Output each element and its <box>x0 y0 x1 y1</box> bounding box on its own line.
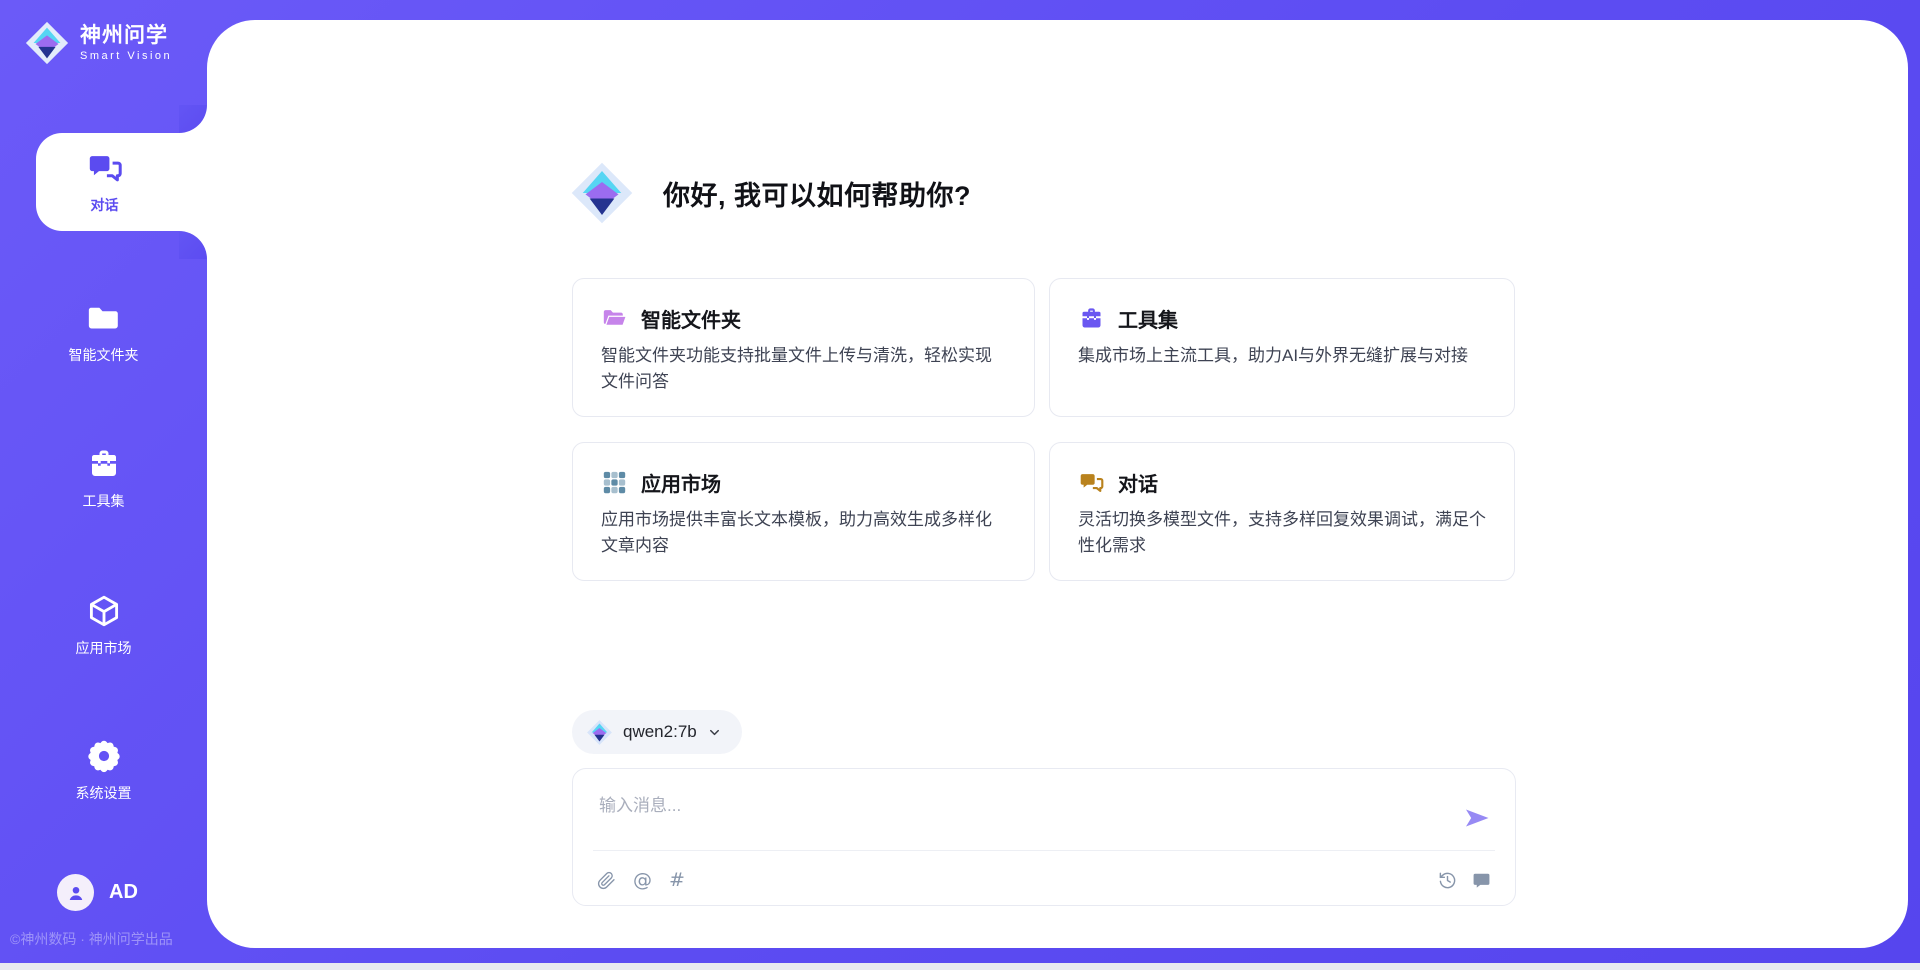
chat-icon <box>86 149 124 187</box>
send-icon[interactable] <box>1463 803 1493 833</box>
brand-subtitle: Smart Vision <box>80 50 172 62</box>
gear-icon <box>86 738 122 774</box>
avatar <box>57 874 94 911</box>
message-input[interactable] <box>599 791 1439 841</box>
logo-diamond-icon <box>569 160 635 226</box>
card-description: 智能文件夹功能支持批量文件上传与清洗，轻松实现文件问答 <box>601 343 1006 394</box>
sidebar-item-settings[interactable]: 系统设置 <box>0 738 207 803</box>
brand-name: 神州问学 <box>80 24 172 47</box>
tab-fillet-bottom <box>179 231 207 259</box>
card-app-market[interactable]: 应用市场 应用市场提供丰富长文本模板，助力高效生成多样化文章内容 <box>572 442 1035 581</box>
card-title: 工具集 <box>1118 304 1178 333</box>
chat-bubble-icon[interactable] <box>1472 871 1491 890</box>
mention-icon[interactable]: @ <box>633 871 652 890</box>
greeting: 你好, 我可以如何帮助你? <box>569 160 971 226</box>
briefcase-icon <box>1078 305 1105 332</box>
open-folder-icon <box>601 305 628 332</box>
tab-fillet-top <box>179 105 207 133</box>
card-description: 应用市场提供丰富长文本模板，助力高效生成多样化文章内容 <box>601 507 1006 558</box>
card-title: 应用市场 <box>641 468 721 497</box>
user-initials: AD <box>109 881 138 904</box>
sidebar-item-label: 系统设置 <box>76 783 132 803</box>
message-composer: @ # <box>572 768 1516 906</box>
sidebar-item-label: 智能文件夹 <box>69 345 139 365</box>
card-toolset[interactable]: 工具集 集成市场上主流工具，助力AI与外界无缝扩展与对接 <box>1049 278 1515 417</box>
sidebar-item-label: 对话 <box>91 195 119 215</box>
sidebar-item-label: 工具集 <box>83 491 125 511</box>
card-chat[interactable]: 对话 灵活切换多模型文件，支持多样回复效果调试，满足个性化需求 <box>1049 442 1515 581</box>
attach-icon[interactable] <box>597 871 616 890</box>
chevron-down-icon <box>707 725 722 740</box>
window-bottom-edge <box>0 963 1920 970</box>
sidebar-item-chat[interactable]: 对话 <box>36 133 207 231</box>
card-description: 灵活切换多模型文件，支持多样回复效果调试，满足个性化需求 <box>1078 507 1486 558</box>
logo-diamond-icon <box>24 20 70 66</box>
sidebar: 神州问学 Smart Vision 对话 智能文件夹 工具集 <box>0 0 207 970</box>
model-selector[interactable]: qwen2:7b <box>572 710 742 754</box>
brand: 神州问学 Smart Vision <box>24 20 172 66</box>
sidebar-item-market[interactable]: 应用市场 <box>0 593 207 658</box>
sidebar-item-folders[interactable]: 智能文件夹 <box>0 300 207 365</box>
briefcase-icon <box>86 446 122 482</box>
card-title: 对话 <box>1118 468 1158 497</box>
composer-divider <box>593 850 1495 851</box>
user-account[interactable]: AD <box>57 874 138 911</box>
cube-icon <box>86 593 122 629</box>
model-name: qwen2:7b <box>623 722 697 742</box>
history-icon[interactable] <box>1438 871 1457 890</box>
folder-icon <box>86 300 122 336</box>
main-panel: 你好, 我可以如何帮助你? 智能文件夹 智能文件夹功能支持批量文件上传与清洗，轻… <box>207 20 1908 948</box>
feature-cards: 智能文件夹 智能文件夹功能支持批量文件上传与清洗，轻松实现文件问答 工具集 集成… <box>572 278 1516 581</box>
card-description: 集成市场上主流工具，助力AI与外界无缝扩展与对接 <box>1078 343 1486 369</box>
sidebar-footer: ©神州数码 · 神州问学出品 <box>10 929 173 949</box>
sidebar-item-label: 应用市场 <box>76 638 132 658</box>
greeting-title: 你好, 我可以如何帮助你? <box>663 174 971 213</box>
chat-icon <box>1078 469 1105 496</box>
sidebar-item-tools[interactable]: 工具集 <box>0 446 207 511</box>
person-icon <box>65 882 87 904</box>
card-smart-folders[interactable]: 智能文件夹 智能文件夹功能支持批量文件上传与清洗，轻松实现文件问答 <box>572 278 1035 417</box>
logo-diamond-icon <box>586 719 613 746</box>
hash-icon[interactable]: # <box>669 871 685 890</box>
card-title: 智能文件夹 <box>641 304 741 333</box>
grid-icon <box>601 469 628 496</box>
